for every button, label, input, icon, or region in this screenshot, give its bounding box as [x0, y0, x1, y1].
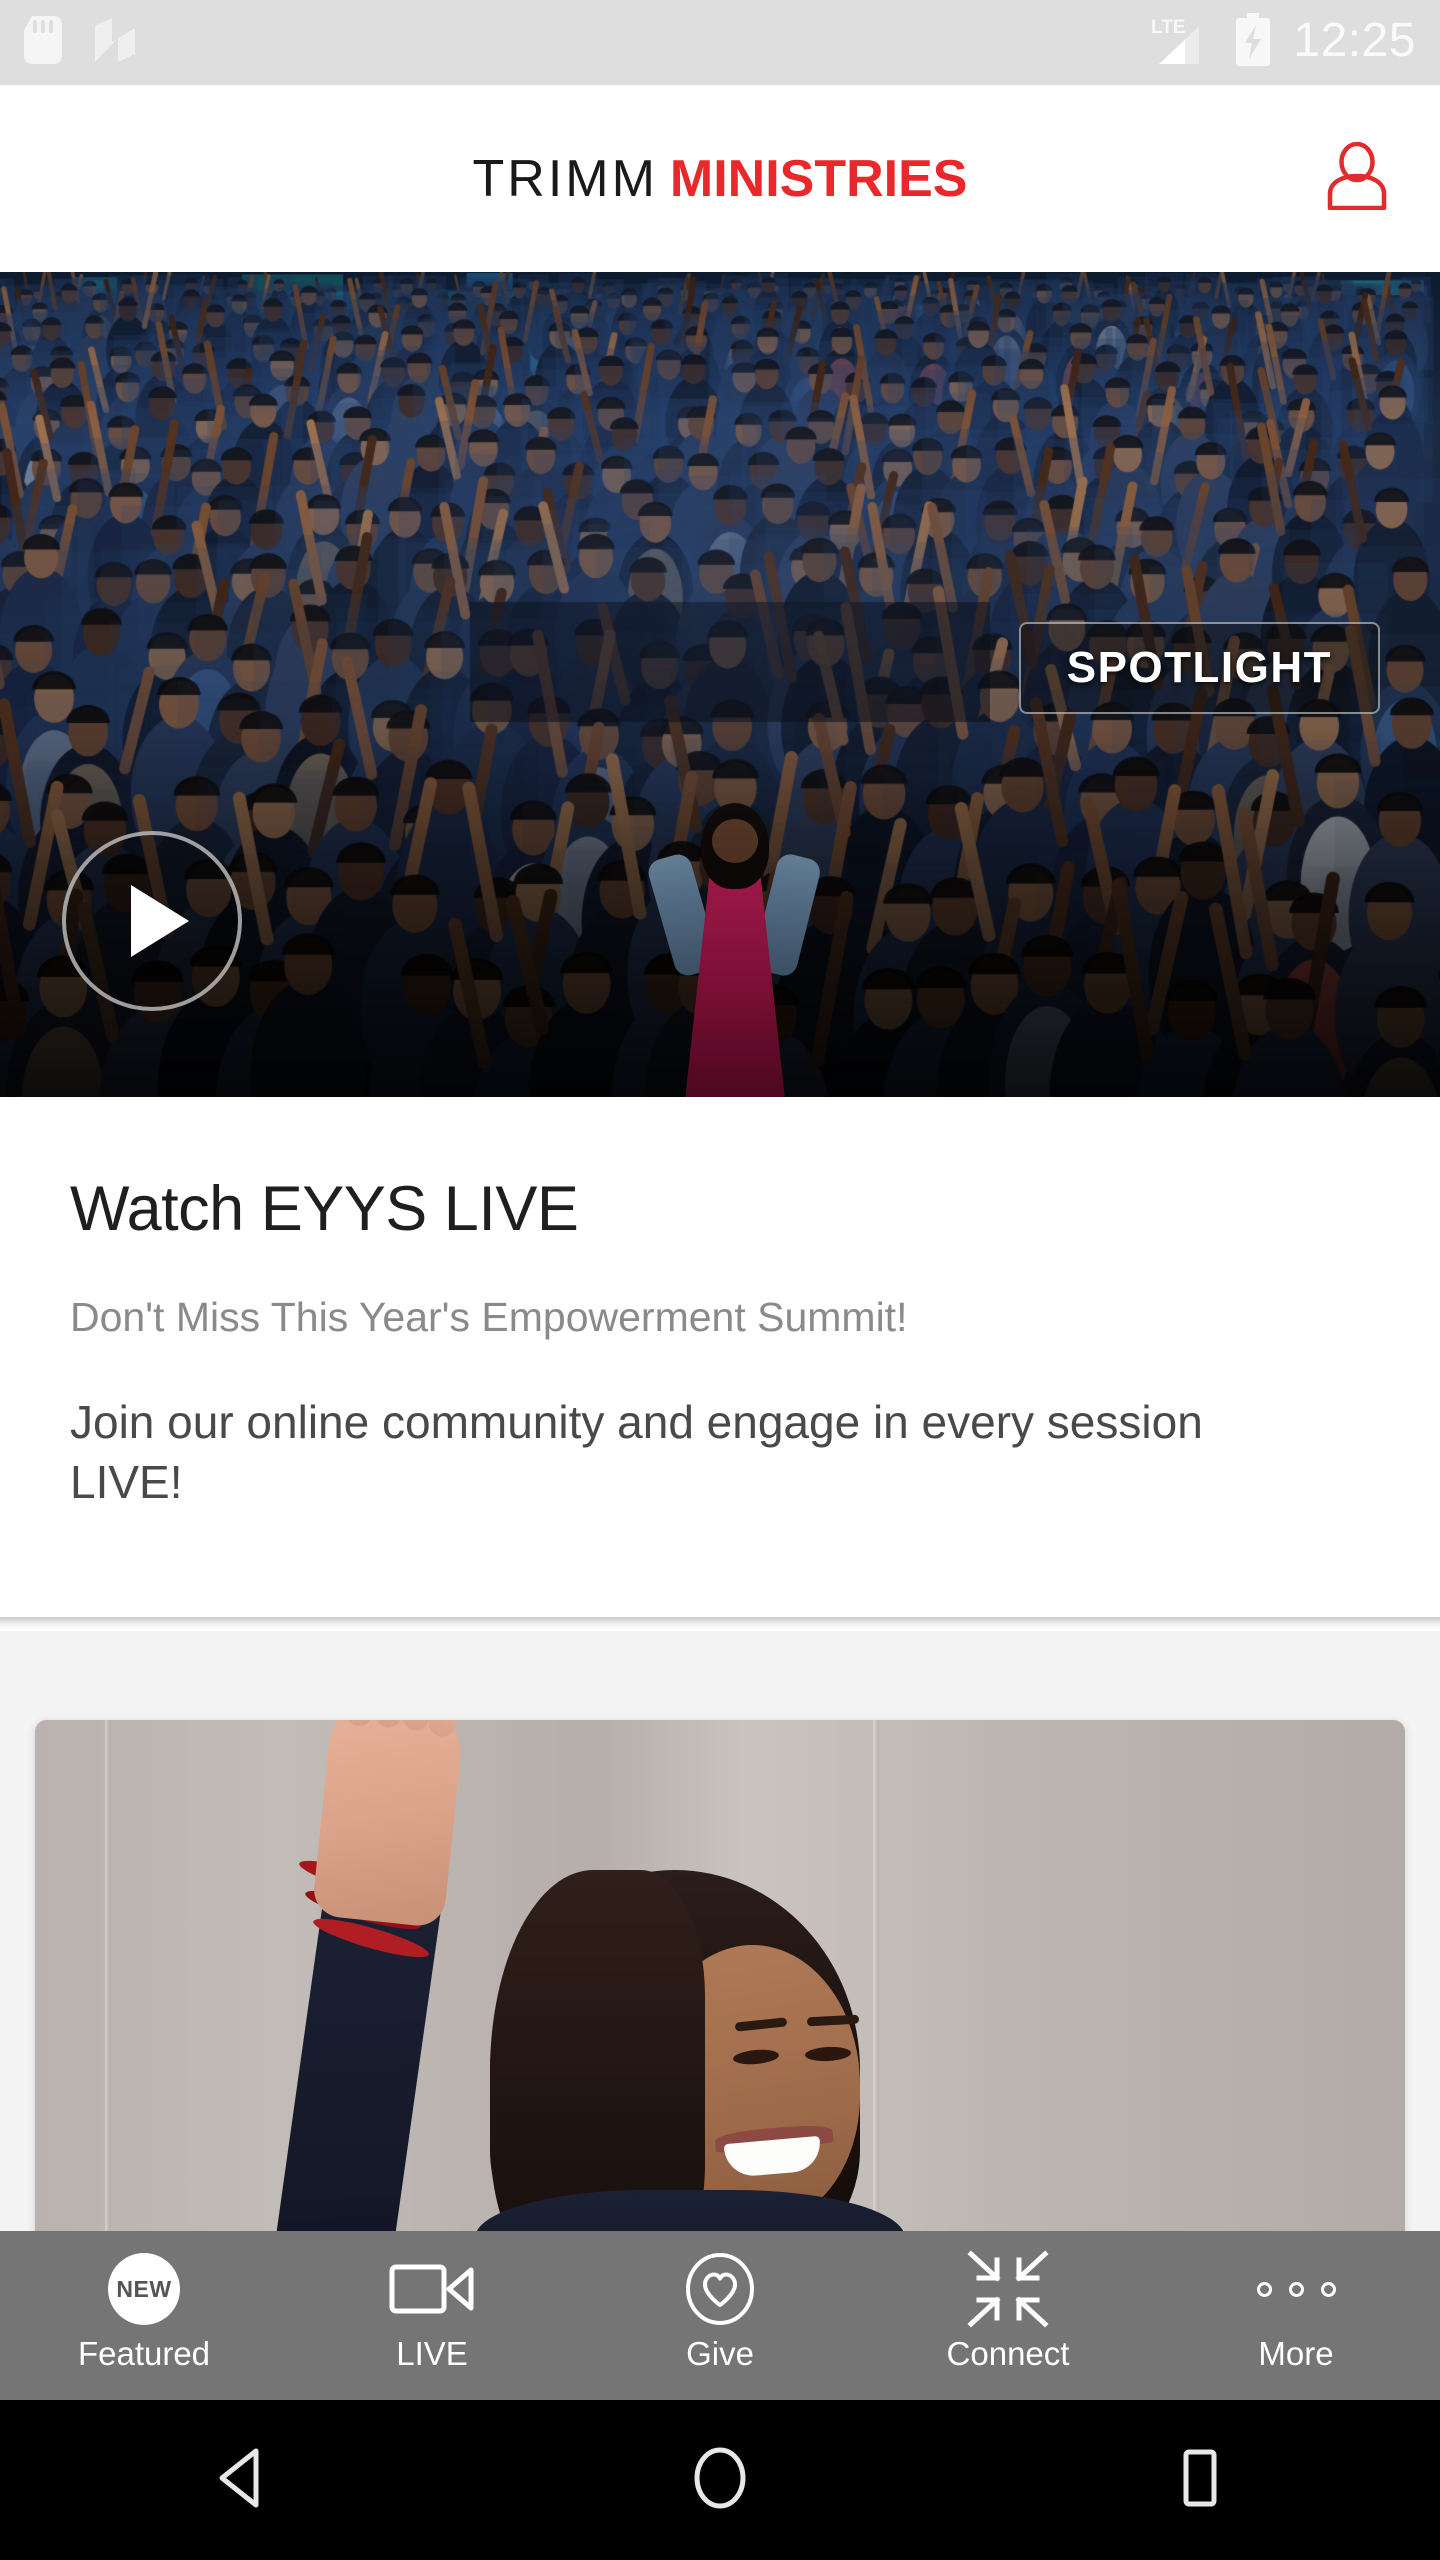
- brand-logo[interactable]: TRIMM MINISTRIES: [473, 149, 968, 209]
- wall-seam-right: [873, 1720, 879, 2240]
- more-dots-group: [1256, 2281, 1336, 2297]
- tab-featured[interactable]: NEW Featured: [0, 2231, 288, 2400]
- new-badge-text: NEW: [108, 2253, 180, 2325]
- spotlight-badge: SPOTLIGHT: [1018, 622, 1380, 714]
- android-navigation-bar: [0, 2400, 1440, 2560]
- circle-icon: [691, 2446, 749, 2515]
- clock-label: 12:25: [1293, 14, 1416, 67]
- card-person-hair-front: [490, 1870, 705, 2240]
- app-header: TRIMM MINISTRIES: [0, 85, 1440, 272]
- more-dot-2: [1288, 2281, 1304, 2297]
- tab-give[interactable]: Give: [576, 2231, 864, 2400]
- network-type-label: LTE: [1151, 17, 1185, 38]
- person-icon: [1326, 141, 1388, 215]
- back-button[interactable]: [0, 2447, 480, 2514]
- heart-circle-icon: [576, 2251, 864, 2327]
- card-person-hand: [311, 1720, 472, 1929]
- video-camera-icon: [288, 2251, 576, 2327]
- tab-live[interactable]: LIVE: [288, 2231, 576, 2400]
- play-button[interactable]: [62, 831, 242, 1011]
- app-root: LTE 12:25 TRIMM MINISTRIES SPOTLIGHT Wat…: [0, 0, 1440, 2560]
- status-bar-right-icons: LTE 12:25: [1151, 13, 1416, 72]
- next-feature-card[interactable]: [35, 1720, 1405, 2240]
- bottom-tab-bar: NEW Featured LIVE Give Connect More: [0, 2231, 1440, 2400]
- triangle-left-icon: [212, 2447, 268, 2514]
- article-body: Join our online community and engage in …: [70, 1395, 1203, 1509]
- recents-button[interactable]: [960, 2447, 1440, 2514]
- tab-connect[interactable]: Connect: [864, 2231, 1152, 2400]
- article-subtitle: Don't Miss This Year's Empowerment Summi…: [70, 1294, 908, 1341]
- brand-logo-primary: TRIMM: [472, 149, 658, 208]
- featured-article[interactable]: Watch EYYS LIVE Don't Miss This Year's E…: [0, 1097, 1440, 1617]
- arrows-inward-icon: [864, 2250, 1152, 2328]
- more-dots-icon: [1152, 2251, 1440, 2327]
- more-dot-1: [1256, 2281, 1272, 2297]
- tab-more-label: More: [1258, 2335, 1334, 2372]
- card-image: [35, 1720, 1405, 2240]
- battery-charging-icon: [1235, 13, 1271, 72]
- square-icon: [1174, 2447, 1226, 2514]
- android-nougat-icon: [92, 16, 138, 69]
- new-badge-icon: NEW: [0, 2251, 288, 2327]
- tab-more[interactable]: More: [1152, 2231, 1440, 2400]
- more-dot-3: [1320, 2281, 1336, 2297]
- finger-1: [340, 1720, 374, 1728]
- tab-give-label: Give: [686, 2335, 754, 2372]
- tab-connect-label: Connect: [946, 2335, 1070, 2372]
- tab-live-label: LIVE: [396, 2335, 468, 2372]
- tab-featured-label: Featured: [77, 2335, 211, 2372]
- signal-icon: LTE: [1151, 14, 1213, 71]
- brand-logo-secondary: MINISTRIES: [669, 149, 968, 208]
- status-bar: LTE 12:25: [0, 0, 1440, 85]
- account-button[interactable]: [1312, 134, 1402, 224]
- wall-seam-left: [105, 1720, 111, 2240]
- play-icon: [131, 885, 189, 957]
- status-bar-left-icons: [24, 16, 138, 69]
- next-card-section: [0, 1631, 1440, 2240]
- home-button[interactable]: [480, 2446, 960, 2515]
- spotlight-video-hero[interactable]: SPOTLIGHT: [0, 272, 1440, 1097]
- article-title: Watch EYYS LIVE: [70, 1174, 579, 1244]
- finger-4: [425, 1720, 472, 1741]
- section-divider: [0, 1617, 1440, 1631]
- sd-card-icon: [24, 16, 62, 69]
- finger-2: [374, 1720, 405, 1728]
